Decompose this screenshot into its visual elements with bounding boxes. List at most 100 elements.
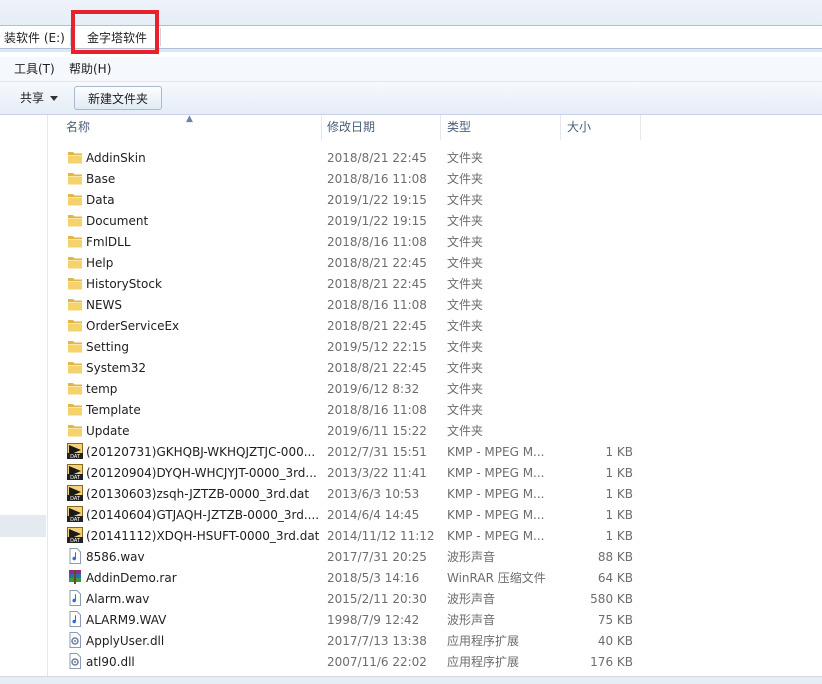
file-row[interactable]: Data 2019/1/22 19:15 文件夹 xyxy=(66,189,646,210)
share-label: 共享 xyxy=(20,91,45,105)
file-row[interactable]: Update 2019/6/11 15:22 文件夹 xyxy=(66,420,646,441)
file-type: 文件夹 xyxy=(447,235,484,249)
file-type: WinRAR 压缩文件 xyxy=(447,571,546,585)
new-folder-button[interactable]: 新建文件夹 xyxy=(74,86,162,110)
file-row[interactable]: Template 2018/8/16 11:08 文件夹 xyxy=(66,399,646,420)
menu-bar: 工具(T) 帮助(H) xyxy=(0,57,822,82)
file-name: FmlDLL xyxy=(86,235,131,249)
file-row[interactable]: DAT (20120731)GKHQBJ-WKHQJZTJC-000... 2012… xyxy=(66,441,646,462)
file-row[interactable]: ALARM9.WAV 1998/7/9 12:42 波形声音 75 KB xyxy=(66,609,646,630)
breadcrumb-drive[interactable]: 装软件 (E:) xyxy=(4,30,65,46)
file-type: 文件夹 xyxy=(447,151,484,165)
file-row[interactable]: NEWS 2018/8/16 11:08 文件夹 xyxy=(66,294,646,315)
file-date: 2018/5/3 14:16 xyxy=(327,571,420,585)
dll-file-icon xyxy=(67,632,83,648)
file-name: OrderServiceEx xyxy=(86,319,180,333)
file-date: 2013/6/3 10:53 xyxy=(327,487,420,501)
file-name: (20120904)DYQH-WHCJYJT-0000_3rd... xyxy=(86,466,317,480)
menu-tools[interactable]: 工具(T) xyxy=(14,62,55,76)
file-type: KMP - MPEG M... xyxy=(447,487,545,501)
file-row[interactable]: Document 2019/1/22 19:15 文件夹 xyxy=(66,210,646,231)
file-name: (20130603)zsqh-JZTZB-0000_3rd.dat xyxy=(86,487,310,501)
file-type: 文件夹 xyxy=(447,298,484,312)
column-divider[interactable] xyxy=(640,115,641,140)
file-date: 2007/11/6 22:02 xyxy=(327,655,427,669)
file-date: 2019/1/22 19:15 xyxy=(327,193,427,207)
folder-icon xyxy=(67,317,83,333)
file-row[interactable]: System32 2018/8/21 22:45 文件夹 xyxy=(66,357,646,378)
nav-selected-item[interactable] xyxy=(0,515,46,537)
file-name: HistoryStock xyxy=(86,277,162,291)
file-date: 2014/6/4 14:45 xyxy=(327,508,420,522)
file-type: KMP - MPEG M... xyxy=(447,445,545,459)
file-row[interactable]: FmlDLL 2018/8/16 11:08 文件夹 xyxy=(66,231,646,252)
file-row[interactable]: DAT (20130603)zsqh-JZTZB-0000_3rd.dat 2013… xyxy=(66,483,646,504)
share-button[interactable]: 共享 xyxy=(14,86,64,110)
file-type: 文件夹 xyxy=(447,403,484,417)
folder-icon xyxy=(67,170,83,186)
folder-icon xyxy=(67,401,83,417)
file-type: 应用程序扩展 xyxy=(447,634,520,648)
sort-ascending-icon: ▲ xyxy=(186,114,193,124)
wav-file-icon xyxy=(67,611,83,627)
file-name: (20141112)XDQH-HSUFT-0000_3rd.dat xyxy=(86,529,320,543)
dll-file-icon xyxy=(67,653,83,669)
file-row[interactable]: atl90.dll 2007/11/6 22:02 应用程序扩展 176 KB xyxy=(66,651,646,672)
file-date: 2013/3/22 11:41 xyxy=(327,466,427,480)
file-date: 2014/11/12 11:12 xyxy=(327,529,435,543)
file-date: 2018/8/16 11:08 xyxy=(327,235,427,249)
file-date: 1998/7/9 12:42 xyxy=(327,613,420,627)
folder-icon xyxy=(67,149,83,165)
file-name: System32 xyxy=(86,361,147,375)
folder-icon xyxy=(67,212,83,228)
file-row[interactable]: AddinDemo.rar 2018/5/3 14:16 WinRAR 压缩文件 64… xyxy=(66,567,646,588)
menu-help[interactable]: 帮助(H) xyxy=(69,62,111,76)
file-row[interactable]: Base 2018/8/16 11:08 文件夹 xyxy=(66,168,646,189)
folder-icon xyxy=(67,422,83,438)
navigation-pane[interactable] xyxy=(0,115,48,683)
file-date: 2017/7/13 13:38 xyxy=(327,634,427,648)
column-header-date[interactable]: 修改日期 xyxy=(327,115,375,140)
file-type: 波形声音 xyxy=(447,613,496,627)
file-row[interactable]: temp 2019/6/12 8:32 文件夹 xyxy=(66,378,646,399)
file-row[interactable]: Setting 2019/5/12 22:15 文件夹 xyxy=(66,336,646,357)
column-header-type[interactable]: 类型 xyxy=(447,115,471,140)
file-row[interactable]: AddinSkin 2018/8/21 22:45 文件夹 xyxy=(66,147,646,168)
column-divider[interactable] xyxy=(560,115,561,140)
folder-icon xyxy=(67,254,83,270)
folder-icon xyxy=(67,380,83,396)
file-name: atl90.dll xyxy=(86,655,135,669)
file-name: Update xyxy=(86,424,130,438)
file-date: 2018/8/16 11:08 xyxy=(327,172,427,186)
file-row[interactable]: Alarm.wav 2015/2/11 20:30 波形声音 580 KB xyxy=(66,588,646,609)
file-row[interactable]: DAT (20120904)DYQH-WHCJYJT-0000_3rd... 201… xyxy=(66,462,646,483)
file-type: 文件夹 xyxy=(447,382,484,396)
file-date: 2018/8/16 11:08 xyxy=(327,298,427,312)
column-header-size[interactable]: 大小 xyxy=(567,115,591,140)
dat-file-icon: DAT xyxy=(67,443,83,460)
folder-icon xyxy=(67,338,83,354)
file-row[interactable]: OrderServiceEx 2018/8/21 22:45 文件夹 xyxy=(66,315,646,336)
column-header-name[interactable]: 名称 xyxy=(66,115,90,140)
file-type: 波形声音 xyxy=(447,550,496,564)
folder-icon xyxy=(67,233,83,249)
file-size: 1 KB xyxy=(605,466,633,480)
file-row[interactable]: DAT (20140604)GTJAQH-JZTZB-0000_3rd.... 20… xyxy=(66,504,646,525)
file-name: NEWS xyxy=(86,298,123,312)
file-row[interactable]: 8586.wav 2017/7/31 20:25 波形声音 88 KB xyxy=(66,546,646,567)
file-date: 2018/8/21 22:45 xyxy=(327,151,427,165)
file-size: 40 KB xyxy=(597,634,633,648)
file-row[interactable]: DAT (20141112)XDQH-HSUFT-0000_3rd.dat 2014… xyxy=(66,525,646,546)
rar-file-icon xyxy=(67,569,83,585)
file-size: 64 KB xyxy=(597,571,633,585)
file-row[interactable]: Help 2018/8/21 22:45 文件夹 xyxy=(66,252,646,273)
file-row[interactable]: ApplyUser.dll 2017/7/13 13:38 应用程序扩展 40 KB xyxy=(66,630,646,651)
file-row[interactable]: HistoryStock 2018/8/21 22:45 文件夹 xyxy=(66,273,646,294)
chevron-down-icon xyxy=(50,96,59,101)
file-size: 1 KB xyxy=(605,529,633,543)
file-name: AddinDemo.rar xyxy=(86,571,177,585)
file-type: 波形声音 xyxy=(447,592,496,606)
column-divider[interactable] xyxy=(321,115,322,140)
column-divider[interactable] xyxy=(440,115,441,140)
file-size: 580 KB xyxy=(590,592,633,606)
